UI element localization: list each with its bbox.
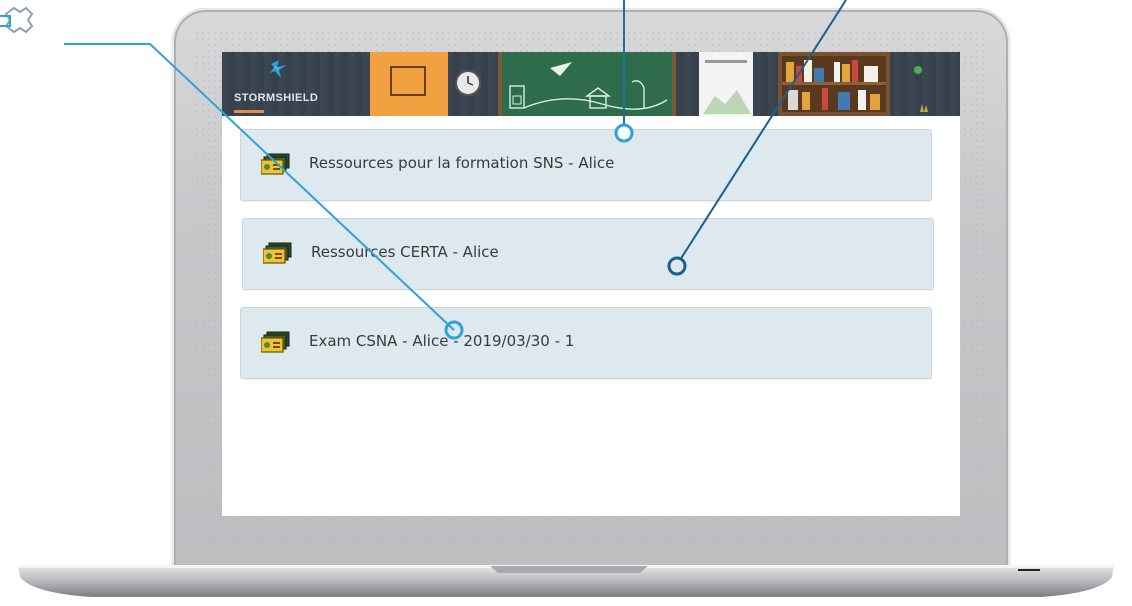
banner-bookshelf: [778, 52, 890, 116]
logo-underline: [234, 110, 264, 113]
money-stack-icon: [263, 242, 292, 264]
landscape-poster-icon: [699, 52, 753, 116]
banner-chalkboard: [498, 52, 676, 116]
laptop-base: [18, 565, 1114, 597]
resource-title: Ressources pour la formation SNS - Alice: [309, 154, 615, 172]
resource-card[interactable]: Exam CSNA - Alice - 2019/03/30 - 1: [240, 307, 932, 379]
small-plant-icon: [920, 104, 928, 112]
resource-card[interactable]: Ressources pour la formation SNS - Alice: [240, 129, 932, 201]
resource-title: Exam CSNA - Alice - 2019/03/30 - 1: [309, 332, 575, 350]
gear-icon: [0, 6, 34, 34]
banner-picture-frame: [370, 52, 448, 116]
banner-poster: [699, 52, 753, 116]
bookshelf-icon: [778, 52, 890, 116]
chalkboard-drawing-icon: [509, 62, 668, 110]
site-banner: STORMSHIELD: [222, 52, 960, 116]
logo-mark-icon: [270, 60, 287, 78]
money-stack-icon: [261, 331, 290, 353]
plant-icon: [914, 66, 922, 74]
laptop-screen: STORMSHIELD Ressources pour la formation…: [222, 52, 960, 516]
resource-title: Ressources CERTA - Alice: [311, 243, 499, 261]
picture-frame-icon: [390, 66, 426, 96]
resource-card[interactable]: Ressources CERTA - Alice: [242, 218, 934, 290]
clock-icon: [455, 70, 481, 96]
money-stack-icon: [261, 153, 290, 175]
logo-text: STORMSHIELD: [234, 92, 319, 104]
stormshield-logo[interactable]: STORMSHIELD: [222, 52, 370, 116]
